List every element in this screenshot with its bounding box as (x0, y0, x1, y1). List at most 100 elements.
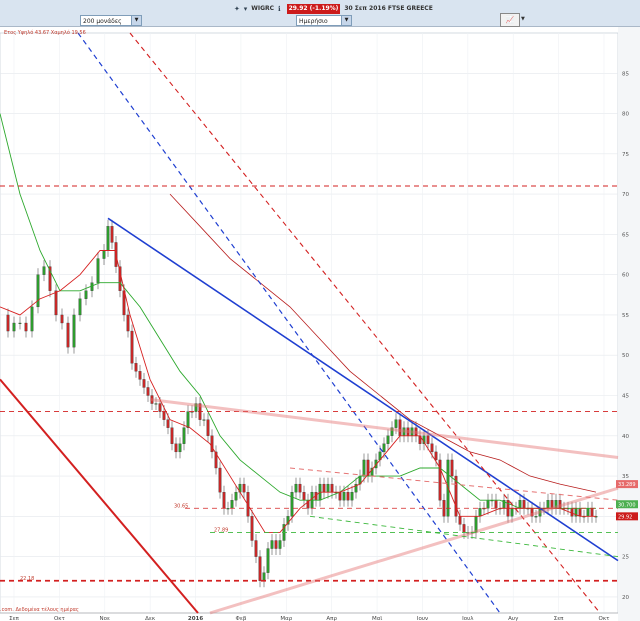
x-tick-label: Οκτ (54, 616, 66, 621)
candle-body (138, 371, 142, 380)
candle-body (18, 322, 22, 324)
plot-area (0, 32, 619, 614)
level-label-b: 27.89 (214, 527, 228, 533)
candle-body (330, 483, 334, 493)
candle-body (54, 290, 58, 316)
x-tick-label: Νοε (100, 616, 110, 621)
candle-body (142, 379, 146, 388)
candle-body (106, 226, 110, 251)
settings-icon[interactable]: ✦ (234, 4, 240, 14)
candle-body (342, 492, 346, 501)
candle-body (298, 483, 302, 493)
chart-header: ✦ ▾ WIGRC ℹ 29.92 (-1.19%) 30 Σεπ 2016 F… (234, 4, 433, 14)
data-footnote: .com. Δεδομένα τέλους ημέρας (0, 607, 79, 613)
candle-body (218, 467, 222, 493)
candle-body (210, 435, 214, 453)
x-tick-label: Δεκ (145, 616, 156, 621)
candle-body (398, 419, 402, 436)
candle-body (60, 314, 64, 324)
candle-body (442, 500, 446, 517)
candle-body (84, 290, 88, 299)
candle-body (534, 516, 538, 518)
x-tick-label: Μαϊ (372, 616, 382, 621)
candle-body (326, 483, 330, 493)
candle-body (110, 226, 114, 243)
value-tag-b: 30.700 (618, 502, 636, 508)
candle-body (546, 500, 550, 509)
y-tick-label: 55 (622, 313, 629, 319)
candle-body (362, 459, 366, 477)
x-tick-label: Σεπ (554, 616, 564, 621)
y-tick-label: 85 (622, 71, 629, 77)
year-high-low-label: Ετος Υψηλό 43.67 Χαμηλό 19.56 (4, 30, 86, 36)
interval-select-value: Ημερήσιο (299, 18, 328, 25)
candle-body (78, 298, 82, 316)
candle-body (130, 330, 134, 364)
y-tick-label: 25 (622, 555, 629, 561)
x-tick-label: Οκτ (599, 616, 611, 621)
candle-body (462, 524, 466, 533)
candle-body (96, 258, 100, 283)
chart-type-button[interactable]: 📈 (500, 13, 520, 27)
interval-select[interactable]: Ημερήσιο ▼ (296, 15, 352, 26)
candle-body (302, 492, 306, 501)
candle-body (202, 419, 206, 421)
dropdown-arrow-icon[interactable]: ▾ (244, 4, 248, 14)
y-tick-label: 80 (622, 112, 629, 118)
candle-body (174, 443, 178, 453)
ticker-label: WIGRC (251, 5, 275, 12)
candle-body (102, 250, 106, 259)
candle-body (230, 500, 234, 509)
x-tick-label: Απρ (326, 616, 337, 621)
candle-body (24, 322, 28, 332)
price-badge: 29.92 (-1.19%) (286, 4, 341, 14)
x-tick-label: Φεβ (236, 616, 247, 621)
level-label-c: 22.18 (20, 576, 34, 582)
info-icon[interactable]: ℹ (278, 4, 281, 14)
candle-body (458, 516, 462, 525)
candle-body (146, 387, 150, 396)
y-tick-label: 60 (622, 273, 629, 279)
chevron-down-icon[interactable]: ▼ (341, 16, 351, 25)
value-tag-c: 29.92 (618, 514, 632, 520)
value-tag-a: 33.289 (618, 482, 636, 488)
chevron-down-icon[interactable]: ▼ (521, 14, 529, 24)
period-select[interactable]: 200 μονάδες ▼ (80, 15, 142, 26)
candle-body (222, 492, 226, 509)
candle-body (158, 403, 162, 412)
candle-body (166, 419, 170, 428)
chevron-down-icon[interactable]: ▼ (131, 16, 141, 25)
x-tick-label: Ιουλ (462, 616, 474, 621)
candle-body (494, 500, 498, 509)
candle-body (270, 540, 274, 549)
candle-body (154, 403, 158, 405)
candle-body (6, 314, 10, 332)
candle-body (178, 443, 182, 453)
candle-body (126, 314, 130, 332)
candle-body (350, 492, 354, 501)
candle-body (42, 266, 46, 275)
price-chart: 2025303540455055606570758085ΣεπΟκτΝοεΔεκ… (0, 27, 640, 621)
y-tick-label: 45 (622, 394, 629, 400)
candle-body (262, 572, 266, 581)
candle-body (518, 500, 522, 509)
candle-body (294, 483, 298, 493)
candle-body (186, 411, 190, 428)
period-select-value: 200 μονάδες (83, 18, 122, 25)
candle-body (430, 443, 434, 453)
y-tick-label: 20 (622, 595, 629, 601)
candle-body (72, 314, 76, 348)
candle-body (346, 492, 350, 501)
candle-body (578, 508, 582, 517)
y-tick-label: 35 (622, 474, 629, 480)
candle-body (234, 492, 238, 501)
candle-body (486, 500, 490, 509)
chart-toolbar: ✦ ▾ WIGRC ℹ 29.92 (-1.19%) 30 Σεπ 2016 F… (0, 0, 640, 27)
x-tick-label: Αυγ (508, 616, 519, 621)
y-tick-label: 50 (622, 353, 629, 359)
candle-body (30, 306, 34, 332)
y-tick-label: 65 (622, 232, 629, 238)
candle-body (36, 274, 40, 308)
x-tick-label: Μαρ (280, 616, 292, 621)
candle-body (12, 322, 16, 332)
